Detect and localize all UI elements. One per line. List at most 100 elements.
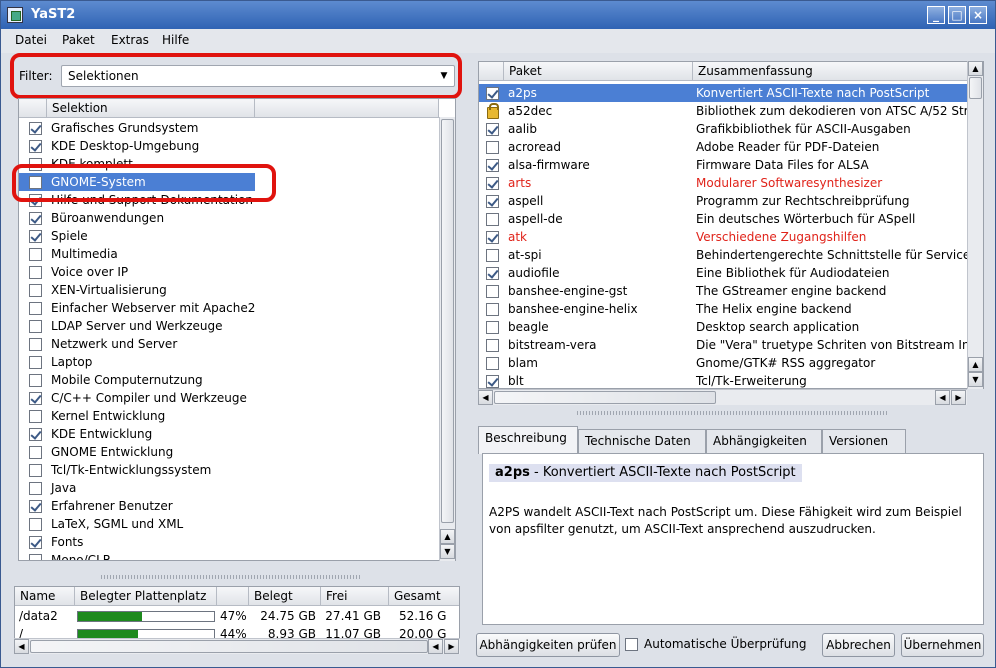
package-checkbox[interactable] (486, 375, 499, 388)
selection-checkbox[interactable] (29, 446, 42, 459)
selection-row[interactable]: Grafisches Grundsystem (19, 119, 455, 137)
package-row[interactable]: alsa-firmware Firmware Data Files for ALS… (479, 156, 983, 174)
package-summary-header[interactable]: Zusammenfassung (693, 62, 968, 81)
package-row[interactable]: arts Modularer Softwaresynthesizer (479, 174, 983, 192)
disk-col-free[interactable]: Frei (321, 587, 389, 606)
scroll-down-icon[interactable]: ▼ (968, 372, 983, 387)
package-row[interactable]: bitstream-vera Die "Vera" truetype Schrit… (479, 336, 983, 354)
selection-checkbox[interactable] (29, 428, 42, 441)
selection-row[interactable]: Java (19, 479, 455, 497)
check-dependencies-button[interactable]: Abhängigkeiten prüfen (476, 633, 620, 657)
selection-row[interactable]: Voice over IP (19, 263, 455, 281)
package-row[interactable]: blam Gnome/GTK# RSS aggregator (479, 354, 983, 372)
package-checkbox[interactable] (486, 339, 499, 352)
selection-checkbox[interactable] (29, 464, 42, 477)
selection-row[interactable]: KDE Entwicklung (19, 425, 455, 443)
selection-row[interactable]: Kernel Entwicklung (19, 407, 455, 425)
selection-scroll-thumb[interactable] (441, 119, 454, 523)
disk-col-usage[interactable]: Belegter Plattenplatz (75, 587, 217, 606)
package-name-header[interactable]: Paket (504, 62, 693, 81)
selection-row[interactable]: Fonts (19, 533, 455, 551)
selection-row[interactable]: Laptop (19, 353, 455, 371)
cancel-button[interactable]: Abbrechen (822, 633, 895, 657)
selection-checkbox[interactable] (29, 122, 42, 135)
selection-row[interactable]: C/C++ Compiler und Werkzeuge (19, 389, 455, 407)
disk-hscrollbar[interactable]: ◀ ◀ ▶ (14, 638, 460, 654)
selection-row[interactable]: Mono/CLR (19, 551, 455, 560)
package-checkbox[interactable] (486, 303, 499, 316)
scroll-right-icon[interactable]: ▶ (444, 639, 459, 654)
selection-row[interactable]: LaTeX, SGML und XML (19, 515, 455, 533)
selection-row[interactable]: Erfahrener Benutzer (19, 497, 455, 515)
menu-extras[interactable]: Extras (111, 33, 149, 47)
selection-row[interactable]: LDAP Server und Werkzeuge (19, 317, 455, 335)
tab-versionen[interactable]: Versionen (822, 429, 906, 453)
disk-row[interactable]: /data2 47% 24.75 GB 27.41 GB 52.16 G (15, 607, 459, 625)
tab-abhaengigkeiten[interactable]: Abhängigkeiten (706, 429, 822, 453)
selection-checkbox[interactable] (29, 230, 42, 243)
tab-technische-daten[interactable]: Technische Daten (578, 429, 706, 453)
selection-checkbox[interactable] (29, 392, 42, 405)
pane-splitter-grip[interactable] (577, 411, 887, 415)
disk-col-total[interactable]: Gesamt (389, 587, 459, 606)
selection-scrollbar[interactable]: ▲ ▼ (439, 117, 455, 561)
selection-row[interactable]: Einfacher Webserver mit Apache2 (19, 299, 455, 317)
scroll-up-icon[interactable]: ▲ (968, 61, 983, 76)
scroll-up-icon[interactable]: ▲ (968, 357, 983, 372)
selection-checkbox[interactable] (29, 338, 42, 351)
package-checkbox[interactable] (486, 213, 499, 226)
package-checkbox[interactable] (486, 267, 499, 280)
package-row[interactable]: a2ps Konvertiert ASCII-Texte nach PostScr… (479, 84, 983, 102)
package-checkbox[interactable] (486, 357, 499, 370)
disk-col-used[interactable]: Belegt (249, 587, 321, 606)
selection-checkbox[interactable] (29, 536, 42, 549)
selection-row[interactable]: Tcl/Tk-Entwicklungssystem (19, 461, 455, 479)
disk-col-name[interactable]: Name (15, 587, 75, 606)
maximize-button[interactable]: □ (948, 6, 966, 24)
selection-checkbox[interactable] (29, 500, 42, 513)
package-row[interactable]: aalib Grafikbibliothek für ASCII-Ausgaben (479, 120, 983, 138)
package-checkbox[interactable] (486, 159, 499, 172)
scroll-up-icon[interactable]: ▲ (440, 529, 455, 544)
package-checkbox[interactable] (486, 177, 499, 190)
package-row[interactable]: a52dec Bibliothek zum dekodieren von ATSC… (479, 102, 983, 120)
package-checkbox[interactable] (486, 123, 499, 136)
selection-checkbox[interactable] (29, 482, 42, 495)
selection-header[interactable]: Selektion (47, 99, 255, 118)
package-row[interactable]: aspell Programm zur Rechtschreibprüfung (479, 192, 983, 210)
selection-checkbox[interactable] (29, 266, 42, 279)
selection-checkbox[interactable] (29, 374, 42, 387)
auto-check-checkbox[interactable] (625, 638, 638, 651)
selection-row[interactable]: XEN-Virtualisierung (19, 281, 455, 299)
selection-row[interactable]: Büroanwendungen (19, 209, 455, 227)
selection-checkbox[interactable] (29, 410, 42, 423)
selection-checkbox[interactable] (29, 302, 42, 315)
accept-button[interactable]: Übernehmen (901, 633, 984, 657)
scroll-down-icon[interactable]: ▼ (440, 544, 455, 559)
package-scrollbar[interactable]: ▲ ▲ ▼ (967, 61, 983, 389)
selection-checkbox[interactable] (29, 356, 42, 369)
minimize-button[interactable]: _ (927, 6, 945, 24)
menu-paket[interactable]: Paket (62, 33, 95, 47)
package-row[interactable]: banshee-engine-gst The GStreamer engine b… (479, 282, 983, 300)
package-row[interactable]: at-spi Behindertengerechte Schnittstelle … (479, 246, 983, 264)
selection-checkbox[interactable] (29, 284, 42, 297)
package-status-header[interactable] (479, 62, 504, 81)
package-list[interactable]: Paket Zusammenfassung a2ps Konvertiert AS… (478, 61, 984, 389)
title-bar[interactable]: YaST2 _ □ × (1, 1, 995, 29)
package-checkbox[interactable] (486, 285, 499, 298)
package-checkbox[interactable] (486, 141, 499, 154)
disk-col-percent[interactable] (217, 587, 249, 606)
selection-checkbox[interactable] (29, 320, 42, 333)
package-checkbox[interactable] (486, 195, 499, 208)
package-row[interactable]: banshee-engine-helix The Helix engine bac… (479, 300, 983, 318)
tab-beschreibung[interactable]: Beschreibung (478, 426, 578, 454)
package-hscrollbar[interactable]: ◀ ◀ ▶ (478, 389, 967, 405)
selection-row[interactable]: Netzwerk und Server (19, 335, 455, 353)
selection-checkbox[interactable] (29, 248, 42, 261)
scroll-left-icon[interactable]: ◀ (14, 639, 29, 654)
selection-row[interactable]: Mobile Computernutzung (19, 371, 455, 389)
selection-status-header[interactable] (19, 99, 47, 118)
package-row[interactable]: aspell-de Ein deutsches Wörterbuch für AS… (479, 210, 983, 228)
package-row[interactable]: acroread Adobe Reader für PDF-Dateien (479, 138, 983, 156)
